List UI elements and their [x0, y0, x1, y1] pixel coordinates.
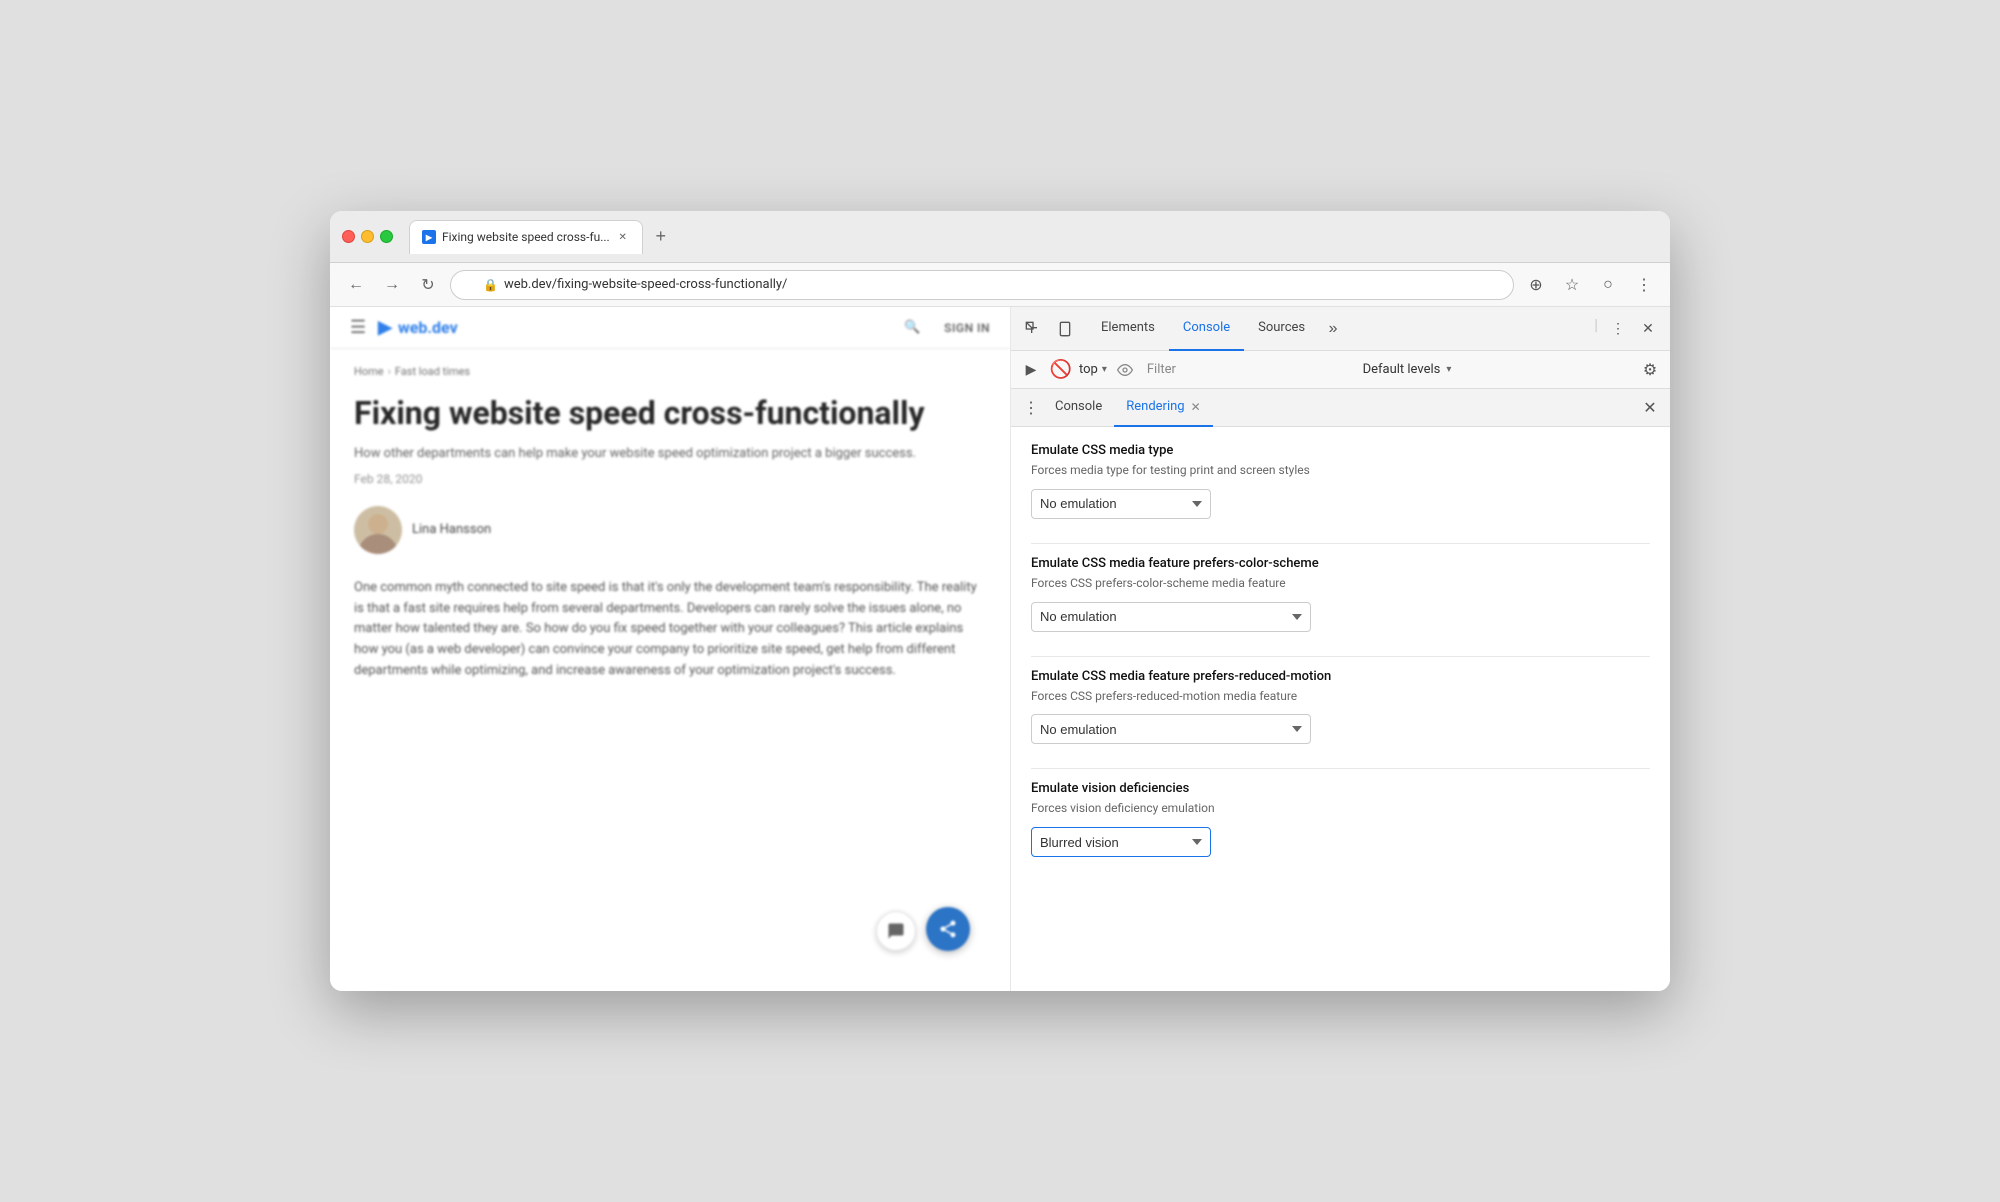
device-toggle-button[interactable]	[1051, 315, 1079, 343]
tab-elements[interactable]: Elements	[1087, 307, 1169, 351]
media-type-section: Emulate CSS media type Forces media type…	[1031, 443, 1650, 519]
inspect-tool-button[interactable]	[1019, 315, 1047, 343]
devtools-close-button[interactable]: ✕	[1634, 315, 1662, 343]
tab-label: Fixing website speed cross-fu...	[442, 230, 610, 244]
context-selector[interactable]: top ▾	[1079, 362, 1107, 377]
divider-3	[1031, 768, 1650, 769]
context-dropdown-icon: ▾	[1102, 364, 1107, 375]
filter-label: Filter	[1147, 362, 1176, 377]
breadcrumb: Home › Fast load times	[354, 365, 986, 378]
breadcrumb-separator: ›	[388, 365, 391, 378]
media-type-title: Emulate CSS media type	[1031, 443, 1650, 458]
active-tab[interactable]: ▶ Fixing website speed cross-fu... ✕	[409, 220, 643, 254]
devtools-panel: Elements Console Sources » | ⋮ ✕	[1010, 307, 1670, 991]
media-type-select[interactable]: No emulation print screen	[1031, 489, 1211, 519]
webpage-header: ☰ ▶ web.dev 🔍 SIGN IN	[330, 307, 1010, 349]
nav-actions: ⊕ ☆ ○ ⋮	[1522, 271, 1658, 299]
vision-deficiency-select[interactable]: No vision deficiency Blurred vision Prot…	[1031, 827, 1211, 857]
bookmark-button[interactable]: ☆	[1558, 271, 1586, 299]
color-scheme-title: Emulate CSS media feature prefers-color-…	[1031, 556, 1650, 571]
cast-button[interactable]: ⊕	[1522, 271, 1550, 299]
back-button[interactable]: ←	[342, 271, 370, 299]
webpage-content: Home › Fast load times Fixing website sp…	[330, 349, 1010, 991]
color-scheme-desc: Forces CSS prefers-color-scheme media fe…	[1031, 575, 1650, 592]
more-tabs-button[interactable]: »	[1319, 315, 1347, 343]
drawer-tab-rendering[interactable]: Rendering ✕	[1114, 389, 1212, 427]
search-icon[interactable]: 🔍	[904, 320, 920, 335]
drawer-menu-button[interactable]: ⋮	[1019, 396, 1043, 420]
tab-bar: ▶ Fixing website speed cross-fu... ✕ +	[409, 220, 1658, 254]
devtools-console-toolbar: ▶ 🚫 top ▾ Filter Default levels ▾ ⚙	[1011, 351, 1670, 389]
reduced-motion-section: Emulate CSS media feature prefers-reduce…	[1031, 669, 1650, 745]
refresh-button[interactable]: ↻	[414, 271, 442, 299]
hamburger-icon[interactable]: ☰	[350, 317, 366, 338]
color-scheme-section: Emulate CSS media feature prefers-color-…	[1031, 556, 1650, 632]
address-bar[interactable]: 🔒 web.dev/fixing-website-speed-cross-fun…	[450, 270, 1514, 300]
chat-button[interactable]	[876, 911, 916, 951]
vision-desc: Forces vision deficiency emulation	[1031, 800, 1650, 817]
devtools-actions: | ⋮ ✕	[1590, 315, 1662, 343]
author-avatar	[354, 506, 402, 554]
logo-text: web.dev	[398, 318, 458, 337]
rendering-panel-content: Emulate CSS media type Forces media type…	[1011, 427, 1670, 991]
lock-icon: 🔒	[483, 278, 498, 292]
traffic-light-yellow[interactable]	[361, 230, 374, 243]
share-button[interactable]	[926, 907, 970, 951]
drawer-tab-console[interactable]: Console	[1043, 389, 1114, 427]
rendering-tab-close[interactable]: ✕	[1191, 400, 1201, 414]
vision-deficiency-section: Emulate vision deficiencies Forces visio…	[1031, 781, 1650, 857]
levels-label: Default levels	[1363, 362, 1441, 377]
article-subtitle: How other departments can help make your…	[354, 444, 986, 464]
breadcrumb-section[interactable]: Fast load times	[395, 365, 470, 378]
logo-arrow-icon: ▶	[378, 317, 392, 338]
eye-button[interactable]	[1113, 358, 1137, 382]
article-date: Feb 28, 2020	[354, 472, 986, 486]
forward-button[interactable]: →	[378, 271, 406, 299]
sign-in-button[interactable]: SIGN IN	[944, 321, 990, 335]
author-name: Lina Hansson	[412, 522, 491, 537]
main-area: ☰ ▶ web.dev 🔍 SIGN IN Home › Fast load t…	[330, 307, 1670, 991]
reduced-motion-desc: Forces CSS prefers-reduced-motion media …	[1031, 688, 1650, 705]
tab-sources[interactable]: Sources	[1244, 307, 1319, 351]
title-bar: ▶ Fixing website speed cross-fu... ✕ +	[330, 211, 1670, 263]
breadcrumb-home[interactable]: Home	[354, 365, 384, 378]
article-title: Fixing website speed cross-functionally	[354, 394, 986, 432]
media-type-desc: Forces media type for testing print and …	[1031, 462, 1650, 479]
author-section: Lina Hansson	[354, 506, 986, 554]
webpage: ☰ ▶ web.dev 🔍 SIGN IN Home › Fast load t…	[330, 307, 1010, 991]
clear-console-button[interactable]: 🚫	[1049, 358, 1073, 382]
account-button[interactable]: ○	[1594, 271, 1622, 299]
reduced-motion-title: Emulate CSS media feature prefers-reduce…	[1031, 669, 1650, 684]
divider-2	[1031, 656, 1650, 657]
devtools-menu-button[interactable]: ⋮	[1604, 315, 1632, 343]
settings-button[interactable]: ⚙	[1638, 358, 1662, 382]
webpage-body: Home › Fast load times Fixing website sp…	[330, 349, 1010, 698]
nav-bar: ← → ↻ 🔒 web.dev/fixing-website-speed-cro…	[330, 263, 1670, 307]
chrome-menu-button[interactable]: ⋮	[1630, 271, 1658, 299]
tab-close-button[interactable]: ✕	[616, 230, 630, 244]
drawer-close-button[interactable]: ✕	[1638, 396, 1662, 420]
tab-favicon: ▶	[422, 230, 436, 244]
article-body: One common myth connected to site speed …	[354, 578, 986, 682]
drawer-tabs-bar: ⋮ Console Rendering ✕ ✕	[1011, 389, 1670, 427]
browser-window: ▶ Fixing website speed cross-fu... ✕ + ←…	[330, 211, 1670, 991]
run-button[interactable]: ▶	[1019, 358, 1043, 382]
devtools-toolbar: Elements Console Sources » | ⋮ ✕	[1011, 307, 1670, 351]
new-tab-button[interactable]: +	[647, 223, 675, 251]
context-label: top	[1079, 362, 1098, 377]
color-scheme-select[interactable]: No emulation prefers-color-scheme: light…	[1031, 602, 1311, 632]
vision-title: Emulate vision deficiencies	[1031, 781, 1650, 796]
traffic-light-red[interactable]	[342, 230, 355, 243]
traffic-lights	[342, 230, 393, 243]
site-logo[interactable]: ▶ web.dev	[378, 317, 458, 338]
divider-1	[1031, 543, 1650, 544]
devtools-main-tabs: Elements Console Sources »	[1087, 307, 1586, 351]
levels-arrow-icon: ▾	[1446, 364, 1451, 375]
traffic-light-green[interactable]	[380, 230, 393, 243]
reduced-motion-select[interactable]: No emulation prefers-reduced-motion: red…	[1031, 714, 1311, 744]
url-text: web.dev/fixing-website-speed-cross-funct…	[504, 277, 787, 292]
tab-console[interactable]: Console	[1169, 307, 1244, 351]
